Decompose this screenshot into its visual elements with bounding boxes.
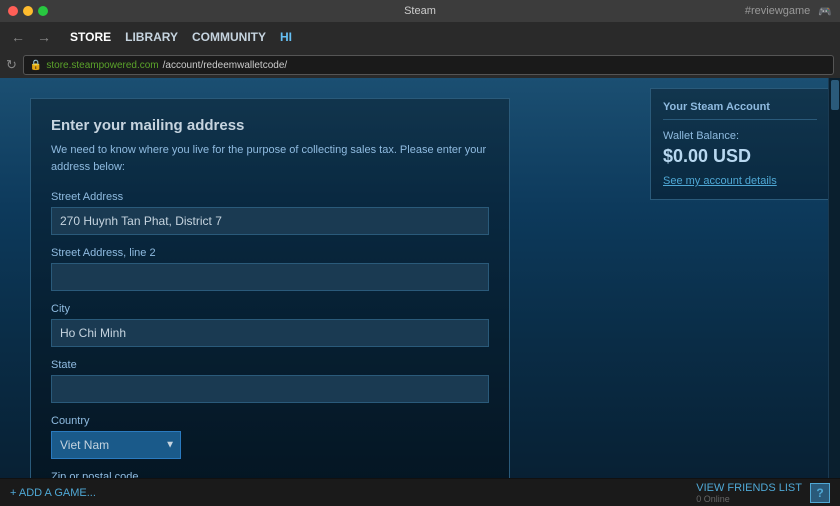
window-controls [8, 6, 48, 16]
refresh-button[interactable]: ↻ [6, 57, 17, 73]
online-status: 0 Online [696, 494, 802, 504]
account-details-link[interactable]: See my account details [663, 175, 817, 187]
wallet-label: Wallet Balance: [663, 130, 817, 142]
street-address2-input[interactable] [51, 263, 489, 291]
street-address2-group: Street Address, line 2 [51, 247, 489, 291]
help-button[interactable]: ? [810, 483, 830, 503]
title-bar-right: #reviewgame 🎮 [745, 5, 832, 18]
city-label: City [51, 303, 489, 315]
nav-bar: ← → STORE LIBRARY COMMUNITY HI [0, 22, 840, 52]
mailing-address-form: Enter your mailing address We need to kn… [30, 98, 510, 506]
back-button[interactable]: ← [8, 29, 28, 45]
nav-menu: STORE LIBRARY COMMUNITY HI [64, 27, 298, 47]
gamepad-icon: 🎮 [818, 5, 832, 18]
form-title: Enter your mailing address [51, 117, 489, 134]
nav-community[interactable]: COMMUNITY [186, 27, 272, 47]
friends-list-area: VIEW FRIENDS LIST 0 Online [696, 482, 802, 504]
view-friends-list-button[interactable]: VIEW FRIENDS LIST [696, 482, 802, 494]
state-label: State [51, 359, 489, 371]
scrollbar[interactable] [828, 78, 840, 506]
bottom-bar: + ADD A GAME... VIEW FRIENDS LIST 0 Onli… [0, 478, 840, 506]
country-label: Country [51, 415, 489, 427]
user-label: #reviewgame [745, 5, 810, 17]
maximize-button[interactable] [38, 6, 48, 16]
country-select-wrapper: Viet Nam United States Other ▼ [51, 431, 181, 459]
window-title: Steam [404, 5, 436, 17]
close-button[interactable] [8, 6, 18, 16]
sidebar: Your Steam Account Wallet Balance: $0.00… [640, 78, 840, 506]
account-box: Your Steam Account Wallet Balance: $0.00… [650, 88, 830, 200]
url-green-part: store.steampowered.com [46, 60, 158, 71]
address-bar-row: ↻ 🔒 store.steampowered.com /account/rede… [0, 52, 840, 78]
url-path: /account/redeemwalletcode/ [163, 60, 288, 71]
wallet-balance: $0.00 USD [663, 146, 817, 167]
minimize-button[interactable] [23, 6, 33, 16]
address-bar[interactable]: 🔒 store.steampowered.com /account/redeem… [23, 55, 834, 75]
street-address-group: Street Address [51, 191, 489, 235]
account-box-title: Your Steam Account [663, 101, 817, 120]
scrollbar-thumb[interactable] [831, 80, 839, 110]
forward-button[interactable]: → [34, 29, 54, 45]
state-input[interactable] [51, 375, 489, 403]
browser-window: Steam #reviewgame 🎮 ← → STORE LIBRARY CO… [0, 0, 840, 506]
country-select[interactable]: Viet Nam United States Other [51, 431, 181, 459]
bottom-right: VIEW FRIENDS LIST 0 Online ? [696, 482, 830, 504]
lock-icon: 🔒 [30, 60, 42, 71]
state-group: State [51, 359, 489, 403]
city-group: City [51, 303, 489, 347]
city-input[interactable] [51, 319, 489, 347]
street-address2-label: Street Address, line 2 [51, 247, 489, 259]
main-content: Enter your mailing address We need to kn… [0, 78, 840, 506]
nav-store[interactable]: STORE [64, 27, 117, 47]
steam-content: Enter your mailing address We need to kn… [0, 78, 640, 506]
content-area: Enter your mailing address We need to kn… [0, 78, 840, 506]
country-group: Country Viet Nam United States Other ▼ [51, 415, 489, 459]
nav-hi[interactable]: HI [274, 27, 298, 47]
street-address-label: Street Address [51, 191, 489, 203]
title-bar: Steam #reviewgame 🎮 [0, 0, 840, 22]
add-game-button[interactable]: + ADD A GAME... [10, 487, 96, 499]
form-subtitle: We need to know where you live for the p… [51, 142, 489, 175]
street-address-input[interactable] [51, 207, 489, 235]
nav-library[interactable]: LIBRARY [119, 27, 184, 47]
